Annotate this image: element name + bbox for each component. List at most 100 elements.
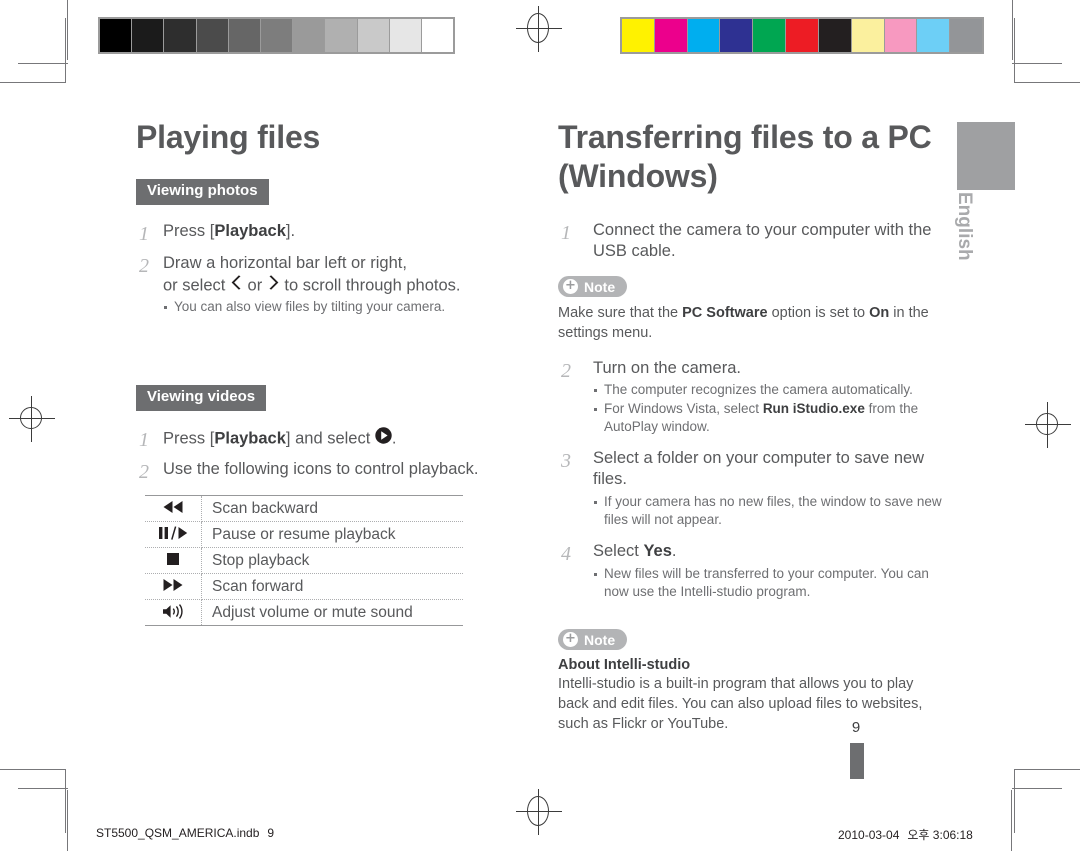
crop-mark-bottom-left-horizontal-inner [0, 769, 66, 770]
section-badge-viewing-videos: Viewing videos [136, 385, 267, 411]
step-text: Press [Playback] and select . [163, 426, 496, 453]
step-number: 2 [561, 359, 571, 382]
calibration-swatch [389, 19, 421, 52]
note-heading-2: About Intelli-studio [558, 657, 691, 674]
bullet-item: New files will be transferred to your co… [593, 565, 946, 601]
calibration-swatch [164, 19, 196, 52]
step-transfer-3: 3 Select a folder on your computer to sa… [558, 448, 946, 530]
title-line-2: (Windows) [558, 158, 718, 195]
calibration-swatch [325, 19, 357, 52]
step-number: 2 [139, 255, 149, 278]
calibration-swatch [100, 19, 132, 52]
step-number: 1 [139, 222, 149, 245]
page-title-transferring-files: Transferring files to a PC (Windows) [558, 118, 946, 197]
step-text: Turn on the camera. [593, 358, 741, 377]
step-transfer-2: 2 Turn on the camera. The computer recog… [558, 358, 946, 436]
calibration-swatch [884, 19, 917, 52]
crop-mark-bottom-right-vertical-inner [1014, 769, 1015, 833]
calibration-swatch [786, 19, 818, 52]
language-tab-label: English [954, 192, 975, 261]
play-circle-icon [375, 426, 392, 451]
pause-play-icon [145, 521, 202, 549]
registration-mark-top-center [516, 6, 562, 52]
registration-mark-right-center [1025, 402, 1071, 448]
calibration-swatch [293, 19, 325, 52]
note-label: Note [584, 278, 616, 295]
calibration-swatch [687, 19, 720, 52]
calibration-swatch [622, 19, 654, 52]
step-text: Press [Playback]. [163, 221, 496, 247]
footer-date: 2010-03-04 [838, 828, 900, 842]
right-column: Transferring files to a PC (Windows) 1 Co… [558, 118, 946, 734]
playback-icon-label: Adjust volume or mute sound [201, 599, 463, 627]
playback-icon-label: Scan backward [201, 495, 463, 523]
calibration-swatch [654, 19, 687, 52]
step-line-1: Draw a horizontal bar left or right, [163, 254, 407, 273]
footer-right: 2010-03-04 오후 3:06:18 [838, 826, 973, 843]
step-text: Connect the camera to your computer with… [593, 220, 932, 261]
crop-mark-top-right-horizontal-outer [1012, 63, 1062, 64]
page-number-bar [850, 743, 864, 779]
crop-mark-top-right-vertical-inner [1014, 18, 1015, 82]
footer-time: 오후 3:06:18 [907, 828, 973, 842]
step-number: 4 [561, 543, 571, 566]
chevron-left-icon [231, 275, 242, 297]
calibration-swatch [720, 19, 753, 52]
step-text-pre: Press [ [163, 221, 215, 240]
calibration-swatch [228, 19, 260, 52]
calibration-swatch [917, 19, 950, 52]
language-tab-block [957, 122, 1015, 190]
calibration-swatch [950, 19, 982, 52]
footer-filename: ST5500_QSM_AMERICA.indb [96, 826, 260, 840]
table-row: Stop playback [145, 547, 463, 575]
crop-mark-bottom-left-horizontal-outer [18, 788, 68, 789]
calibration-swatch [818, 19, 851, 52]
grayscale-calibration-strip [98, 17, 455, 54]
playback-icon-label: Stop playback [201, 547, 463, 575]
bullet-item: For Windows Vista, select Run iStudio.ex… [593, 400, 946, 436]
crop-mark-bottom-right-horizontal-inner [1014, 769, 1080, 770]
step-videos-1: 1 Press [Playback] and select . [136, 426, 496, 453]
title-line-1: Transferring files to a PC [558, 119, 932, 155]
step-transfer-4: 4 Select Yes. New files will be transfer… [558, 541, 946, 601]
step-text-bold: Playback [214, 221, 286, 240]
calibration-swatch [851, 19, 884, 52]
registration-mark-left-center [9, 396, 55, 442]
table-row: Scan backward [145, 495, 463, 523]
calibration-swatch [132, 19, 164, 52]
step-photos-2: 2 Draw a horizontal bar left or right, o… [136, 253, 496, 316]
step-bullets: If your camera has no new files, the win… [593, 493, 946, 529]
calibration-swatch [196, 19, 228, 52]
fast-forward-icon [145, 573, 202, 601]
section-badge-viewing-photos: Viewing photos [136, 179, 269, 205]
left-column: Playing files Viewing photos 1 Press [Pl… [136, 118, 496, 627]
crop-mark-bottom-right-vertical-outer [1011, 790, 1012, 851]
registration-mark-bottom-center [516, 789, 562, 835]
table-row: Pause or resume playback [145, 521, 463, 549]
note-badge-2: + Note [558, 629, 628, 651]
plus-circle-icon: + [563, 279, 578, 295]
note-body-2: Intelli-studio is a built-in program tha… [558, 676, 923, 732]
color-calibration-strip [620, 17, 984, 54]
step-text: Select Yes. [593, 542, 677, 561]
crop-mark-top-left-vertical-inner [65, 18, 66, 82]
crop-mark-top-right-horizontal-inner [1014, 82, 1080, 83]
stop-icon [145, 547, 202, 575]
calibration-swatch [753, 19, 786, 52]
step-videos-2: 2 Use the following icons to control pla… [136, 459, 496, 485]
step-number: 2 [139, 461, 149, 483]
calibration-swatch [357, 19, 389, 52]
note-body-1: Make sure that the PC Software option is… [558, 305, 929, 341]
playback-icon-label: Scan forward [201, 573, 463, 601]
bullet-item: You can also view files by tilting your … [163, 298, 496, 316]
crop-mark-top-left-horizontal-inner [0, 82, 66, 83]
footer-left: ST5500_QSM_AMERICA.indb 9 [96, 826, 274, 840]
printed-page: Playing files Viewing photos 1 Press [Pl… [0, 0, 1080, 851]
page-title-playing-files: Playing files [136, 119, 321, 155]
note-label: Note [584, 631, 616, 648]
note-badge-1: + Note [558, 276, 628, 298]
volume-icon [145, 599, 202, 627]
step-number: 3 [561, 449, 571, 472]
crop-mark-bottom-left-vertical-outer [67, 790, 68, 851]
step-bullets: You can also view files by tilting your … [163, 298, 496, 316]
